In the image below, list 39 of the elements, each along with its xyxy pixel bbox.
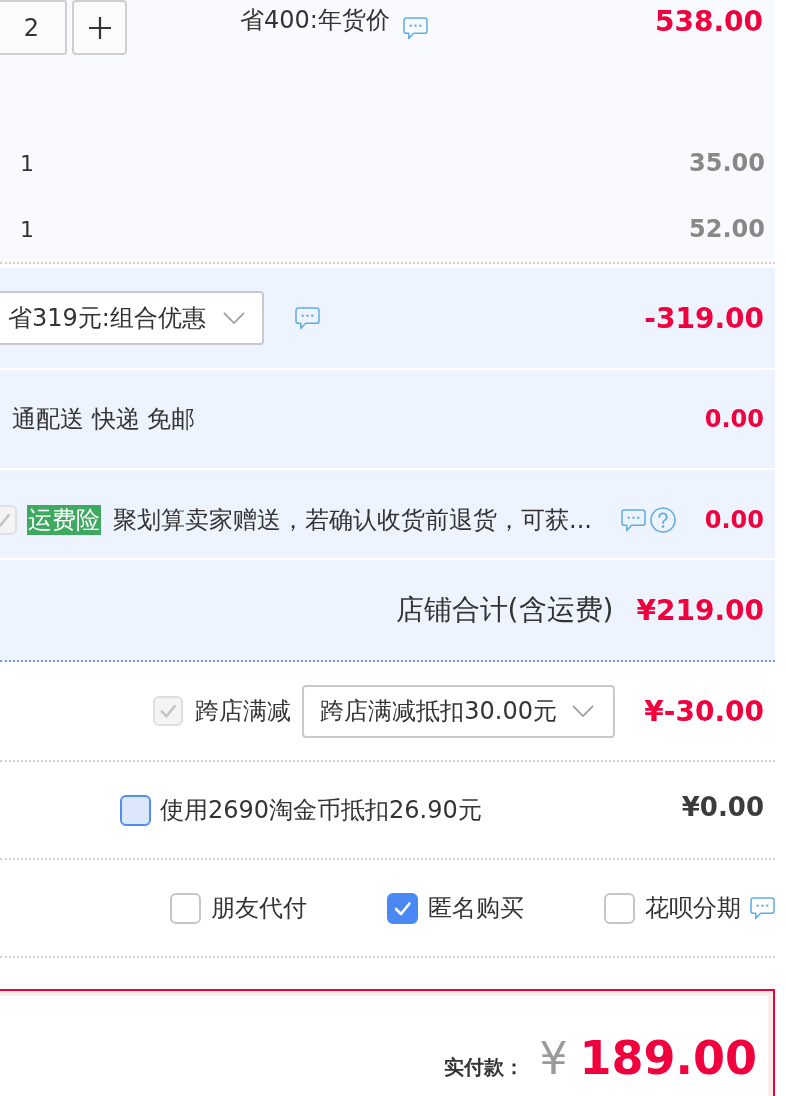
currency-symbol: ¥ — [539, 1033, 568, 1084]
chat-icon[interactable] — [295, 306, 320, 330]
insurance-tag: 运费险 — [27, 505, 101, 535]
chat-icon[interactable] — [402, 17, 428, 40]
chat-icon[interactable] — [620, 508, 646, 532]
cross-store-amount: ¥-30.00 — [644, 694, 764, 728]
gift-price: 35.00 — [689, 149, 765, 177]
checkbox[interactable] — [120, 794, 151, 826]
promotion-text: 省400:年货价 — [240, 5, 390, 36]
gift-quantity: 1 — [20, 216, 34, 242]
checkbox[interactable] — [604, 892, 635, 924]
discount-amount: -319.00 — [644, 301, 764, 335]
gift-quantity: 1 — [20, 150, 34, 176]
shop-total-label: 店铺合计(含运费) — [395, 592, 614, 628]
shop-total-amount: ¥219.00 — [636, 593, 764, 627]
option-label: 花呗分期 — [645, 893, 741, 924]
insurance-amount: 0.00 — [704, 506, 764, 534]
option-label: 匿名购买 — [428, 893, 524, 924]
chat-icon[interactable] — [750, 896, 775, 920]
chevron-down-icon — [223, 312, 245, 324]
chevron-down-icon — [572, 705, 595, 717]
discount-select[interactable]: 省319元:组合优惠 — [0, 291, 264, 345]
shipping-amount: 0.00 — [704, 405, 764, 433]
increase-button[interactable] — [72, 0, 127, 55]
gift-price: 52.00 — [689, 215, 765, 243]
cross-store-label: 跨店满减 — [195, 696, 292, 727]
help-icon[interactable] — [649, 507, 676, 533]
coins-label: 使用2690淘金币抵扣26.90元 — [160, 795, 482, 826]
item-price: 538.00 — [654, 4, 763, 40]
payment-amount: 189.00 — [579, 1031, 757, 1085]
quantity-field[interactable]: 2 — [0, 0, 67, 55]
coins-amount: ¥0.00 — [681, 792, 764, 822]
checkbox[interactable] — [387, 892, 418, 924]
checkbox[interactable] — [170, 892, 201, 924]
shipping-method: 通配送 快递 免邮 — [12, 404, 196, 435]
insurance-description: 聚划算卖家赠送，若确认收货前退货，可获... — [113, 505, 592, 536]
plus-icon — [87, 15, 112, 40]
option-label: 朋友代付 — [211, 893, 307, 924]
payment-label: 实付款： — [444, 1054, 525, 1081]
